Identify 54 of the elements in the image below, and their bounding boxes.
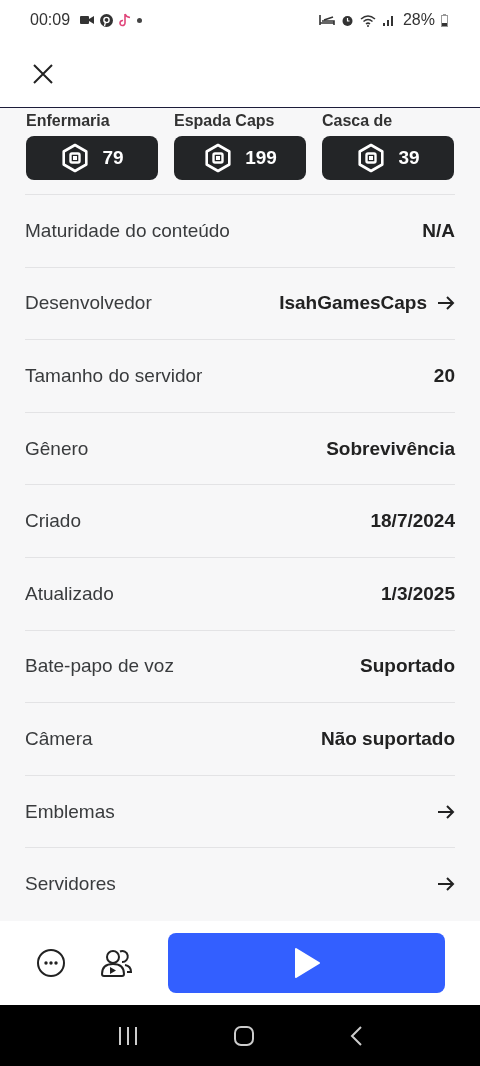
detail-label: Atualizado [25,582,115,605]
clock: 00:09 [30,11,71,29]
signal-icon [382,14,395,26]
video-camera-icon [80,15,95,25]
music-note-icon [119,13,132,27]
bed-icon [318,14,335,26]
detail-row[interactable]: Emblemas [25,774,455,848]
detail-label: Criado [25,510,82,533]
currency-icon [60,143,91,173]
party-button[interactable] [100,948,134,978]
item-name: Enfermaria [26,112,111,130]
close-button[interactable] [33,63,53,84]
detail-row[interactable]: Desenvolvedor IsahGamesCaps [25,266,455,340]
recent-apps-icon[interactable] [117,1025,139,1046]
play-icon [292,947,321,979]
item-name: Espada Caps [174,112,276,130]
battery-level: 28% [402,11,435,29]
item-name: Casca de [322,112,394,130]
more-button[interactable] [36,948,66,978]
price-button[interactable]: 199 [174,136,306,180]
back-icon[interactable] [349,1024,363,1047]
more-icon [36,948,66,978]
battery-icon [441,13,448,27]
price-button[interactable]: 39 [322,136,454,180]
wifi-icon [359,13,377,27]
detail-value: 18/7/2024 [370,510,455,533]
detail-label: Desenvolvedor [25,292,153,315]
detail-value: Sobrevivência [326,437,455,460]
home-icon[interactable] [233,1024,255,1047]
detail-value: Não suportado [320,727,455,750]
detail-label: Câmera [25,727,94,750]
people-play-icon [100,948,134,978]
currency-icon [203,143,234,173]
detail-label: Tamanho do servidor [25,365,204,387]
detail-value: Suportado [360,655,455,678]
detail-row[interactable]: Servidores [25,847,455,920]
dot-icon [137,17,143,23]
arrow-right-icon [437,295,455,312]
detail-value: IsahGamesCaps [279,292,427,315]
detail-label: Bate-papo de voz [25,655,175,678]
currency-icon [356,143,387,173]
detail-label: Gênero [25,437,90,460]
detail-value: 20 [433,365,455,387]
detail-label: Servidores [25,873,117,896]
play-button[interactable] [168,933,445,993]
detail-value: 1/3/2025 [381,582,455,605]
arrow-right-icon [437,803,455,820]
price-button[interactable]: 79 [26,136,158,180]
close-icon [33,63,53,84]
detail-label: Emblemas [25,800,116,823]
detail-value: N/A [422,219,455,242]
detail-label: Maturidade do conteúdo [25,219,231,242]
arrow-right-icon [437,876,455,893]
pin-icon [100,13,114,27]
